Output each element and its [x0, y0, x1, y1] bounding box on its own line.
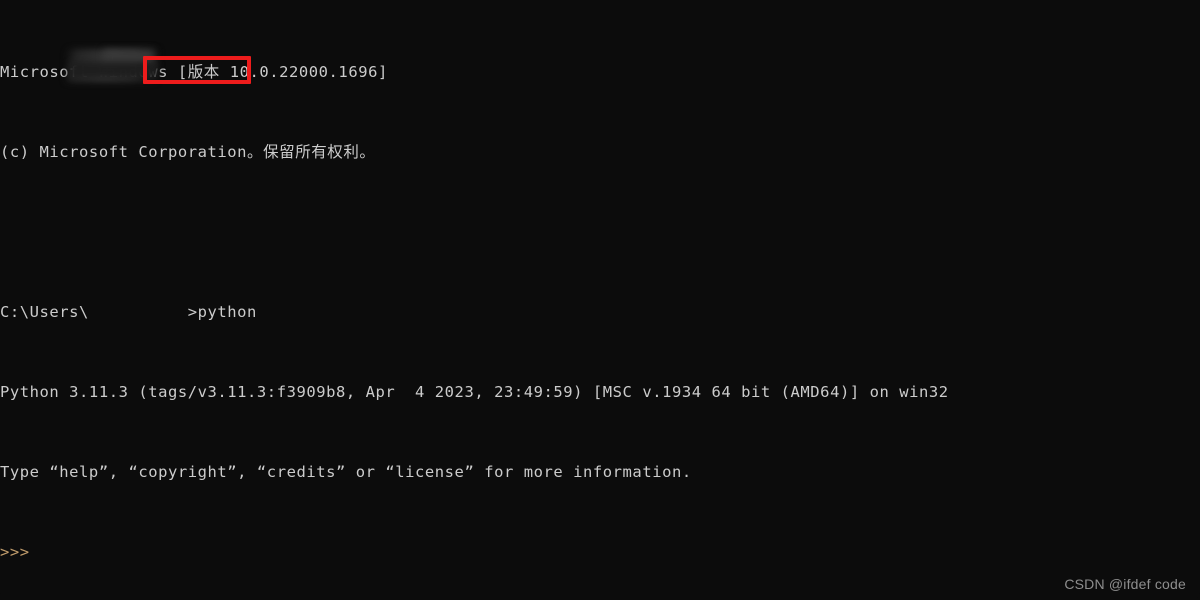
- red-highlight-rectangle: [143, 56, 251, 84]
- python-repl-prompt[interactable]: >>>: [0, 542, 1200, 562]
- terminal-window[interactable]: Microsoft Windows [版本 10.0.22000.1696] (…: [0, 0, 1200, 600]
- csdn-watermark: CSDN @ifdef code: [1064, 576, 1186, 592]
- console-line-python-version: Python 3.11.3 (tags/v3.11.3:f3909b8, Apr…: [0, 383, 949, 401]
- console-line-copyright: (c) Microsoft Corporation。保留所有权利。: [0, 143, 376, 161]
- console-output-area[interactable]: Microsoft Windows [版本 10.0.22000.1696] (…: [0, 0, 1200, 600]
- console-line-help-hint: Type “help”, “copyright”, “credits” or “…: [0, 463, 692, 481]
- console-line-blank-1: [0, 222, 1200, 242]
- console-line-command-prompt: C:\Users\ >python: [0, 303, 257, 321]
